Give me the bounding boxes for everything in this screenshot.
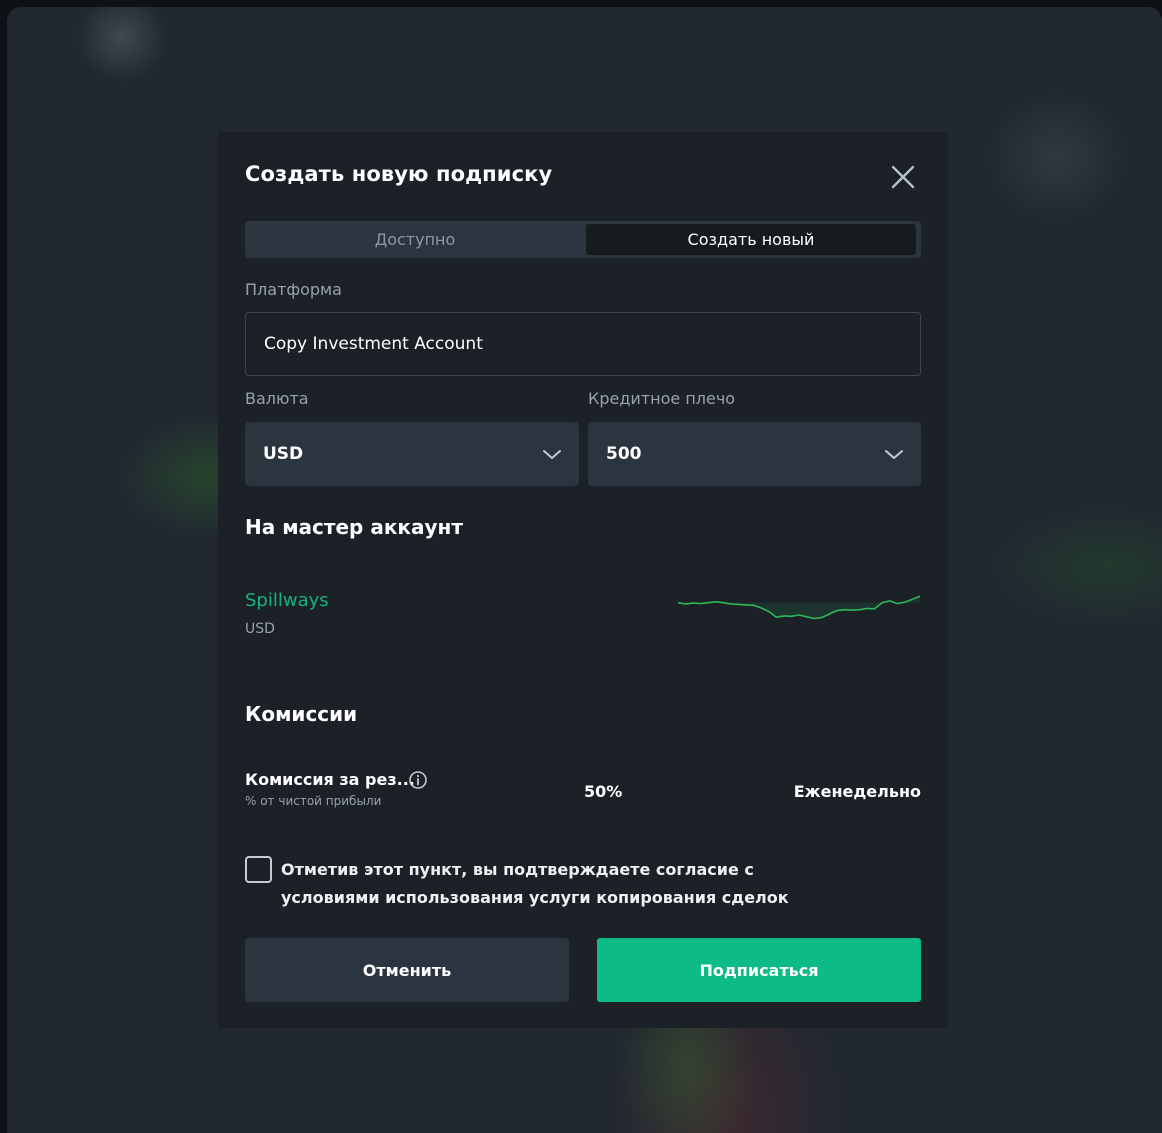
account-tabs: Доступно Создать новый — [245, 221, 921, 258]
chevron-down-icon — [885, 450, 903, 459]
fee-name: Комиссия за рез... — [245, 770, 415, 789]
master-performance-sparkline — [678, 595, 920, 620]
consent-checkbox[interactable] — [245, 856, 272, 883]
tab-create-new[interactable]: Создать новый — [586, 224, 916, 255]
leverage-select[interactable]: 500 — [588, 422, 921, 486]
platform-value: Copy Investment Account — [264, 334, 483, 354]
info-icon[interactable] — [408, 770, 428, 790]
currency-label: Валюта — [245, 389, 309, 408]
fees-title: Комиссии — [245, 702, 358, 726]
master-account-currency: USD — [245, 621, 275, 637]
fee-value: 50% — [584, 782, 623, 801]
master-account-title: На мастер аккаунт — [245, 515, 463, 539]
platform-field[interactable]: Copy Investment Account — [245, 312, 921, 376]
currency-select[interactable]: USD — [245, 422, 579, 486]
fee-subtitle: % от чистой прибыли — [245, 794, 382, 808]
cancel-button[interactable]: Отменить — [245, 938, 569, 1002]
consent-text: Отметив этот пункт, вы подтверждаете сог… — [281, 860, 789, 907]
close-button[interactable] — [888, 162, 918, 192]
master-account-name[interactable]: Spillways — [245, 590, 329, 611]
platform-label: Платформа — [245, 280, 342, 299]
close-icon — [891, 165, 915, 189]
modal-title: Создать новую подписку — [245, 162, 553, 186]
fee-period: Еженедельно — [793, 782, 921, 801]
create-subscription-modal: Создать новую подписку Доступно Создать … — [218, 132, 948, 1028]
chevron-down-icon — [543, 450, 561, 459]
subscribe-button[interactable]: Подписаться — [597, 938, 921, 1002]
leverage-value: 500 — [606, 444, 642, 464]
currency-value: USD — [263, 444, 304, 464]
leverage-label: Кредитное плечо — [588, 389, 736, 408]
tab-available[interactable]: Доступно — [248, 224, 582, 255]
